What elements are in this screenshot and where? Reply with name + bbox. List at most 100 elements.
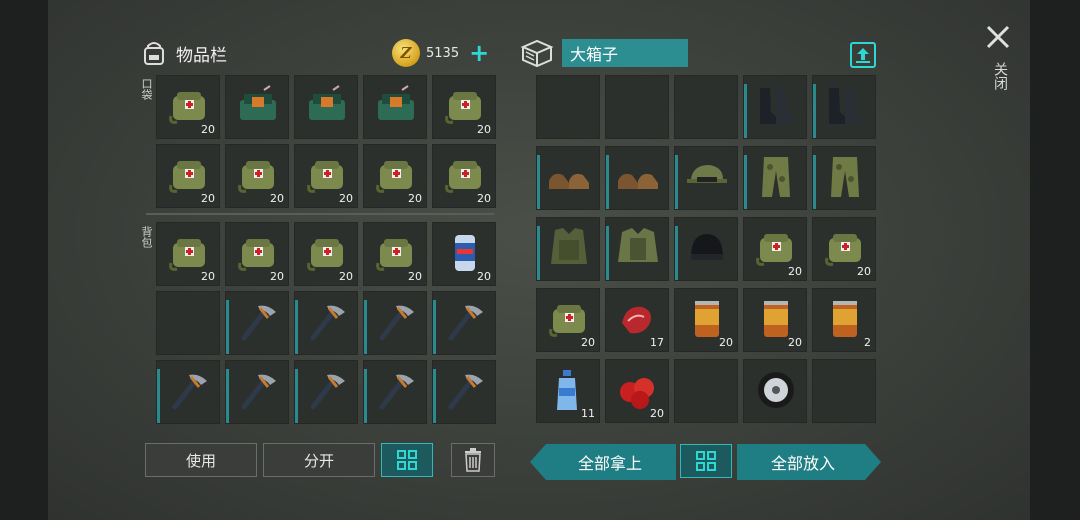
item-count: 20 [788,265,802,278]
grid-view-button[interactable] [381,443,433,477]
inventory-slot[interactable]: 20 [156,222,220,286]
item-count: 20 [788,336,802,349]
camo-pants-icon [762,157,790,197]
put-all-button[interactable]: 全部放入 [739,445,867,479]
inventory-slot[interactable]: 20 [294,222,358,286]
inventory-slot[interactable] [743,359,807,423]
inventory-slot[interactable]: 20 [432,75,496,139]
inventory-slot[interactable]: 2 [812,288,876,352]
box-icon [520,39,554,68]
inventory-slot[interactable] [156,291,220,355]
inventory-slot[interactable] [363,75,427,139]
inventory-slot[interactable]: 20 [605,359,669,423]
inventory-slot[interactable] [812,359,876,423]
inventory-slot[interactable]: 20 [363,144,427,208]
item-count: 20 [477,270,491,283]
inventory-slot[interactable] [225,360,289,424]
inventory-slot[interactable]: 20 [225,222,289,286]
armor-jacket-icon [618,228,658,262]
item-count: 20 [719,336,733,349]
inventory-slot[interactable]: 17 [605,288,669,352]
pickaxe-icon [310,305,345,341]
trash-button[interactable] [451,443,495,477]
item-count: 20 [201,192,215,205]
grid-icon [397,450,417,470]
inventory-slot[interactable]: 11 [536,359,600,423]
item-count: 20 [477,123,491,136]
item-count: 2 [864,336,871,349]
inventory-slot[interactable] [363,360,427,424]
inventory-slot[interactable] [743,75,807,139]
take-all-button[interactable]: 全部拿上 [546,445,674,479]
pocket-grid: 20 20 20 20 20 20 20 [156,75,496,208]
inventory-slot[interactable] [674,359,738,423]
pickaxe-icon [379,305,414,341]
inventory-slot[interactable] [294,75,358,139]
inventory-slot[interactable]: 20 [225,144,289,208]
split-button[interactable]: 分开 [263,443,375,477]
inventory-slot[interactable] [225,75,289,139]
item-count: 20 [477,192,491,205]
coin-balance: Z 5135 + [392,38,496,68]
inventory-slot[interactable]: 20 [156,75,220,139]
inventory-slot[interactable] [674,146,738,210]
coin-icon: Z [392,39,420,67]
inventory-slot[interactable]: 20 [743,217,807,281]
dynamite-pack-icon [309,85,345,120]
inventory-slot[interactable] [432,360,496,424]
inventory-slot[interactable]: 20 [674,288,738,352]
inventory-slot[interactable] [812,75,876,139]
backpack-icon [144,42,164,65]
use-button[interactable]: 使用 [145,443,257,477]
inventory-slot[interactable]: 20 [743,288,807,352]
armor-vest-icon [551,228,587,264]
inventory-slot[interactable]: 20 [432,222,496,286]
export-icon[interactable] [850,42,876,68]
inventory-slot[interactable] [605,75,669,139]
item-count: 20 [270,270,284,283]
pickaxe-icon [241,374,276,410]
inventory-slot[interactable] [432,291,496,355]
inventory-slot[interactable]: 20 [812,217,876,281]
inventory-slot[interactable] [743,146,807,210]
item-count: 20 [270,192,284,205]
inventory-slot[interactable] [294,360,358,424]
add-coins-button[interactable]: + [469,41,489,65]
item-count: 20 [201,123,215,136]
inventory-slot[interactable] [674,217,738,281]
inventory-slot[interactable] [156,360,220,424]
item-count: 20 [408,192,422,205]
item-count: 20 [408,270,422,283]
boots-icon [760,88,794,124]
beanie-icon [691,234,723,260]
close-icon[interactable] [985,24,1011,50]
cap-icon [687,165,727,183]
item-count: 20 [581,336,595,349]
inventory-title: 物品栏 [176,45,227,66]
coin-count: 5135 [426,45,460,61]
dynamite-pack-icon [378,85,414,120]
inventory-slot[interactable] [536,75,600,139]
item-count: 20 [650,407,664,420]
close-label[interactable]: 关闭 [990,62,1010,90]
item-count: 20 [857,265,871,278]
shoes-icon [618,173,658,189]
inventory-slot[interactable] [605,146,669,210]
inventory-slot[interactable] [363,291,427,355]
inventory-slot[interactable] [812,146,876,210]
inventory-slot[interactable]: 20 [363,222,427,286]
pocket-label: 口袋 [140,78,153,100]
inventory-slot[interactable] [536,217,600,281]
inventory-slot[interactable]: 20 [294,144,358,208]
inventory-slot[interactable]: 20 [536,288,600,352]
inventory-slot[interactable] [294,291,358,355]
box-grid-view-button[interactable] [680,444,732,478]
inventory-slot[interactable]: 20 [432,144,496,208]
inventory-slot[interactable] [605,217,669,281]
wheel-icon [758,372,794,408]
inventory-slot[interactable]: 20 [156,144,220,208]
inventory-slot[interactable] [536,146,600,210]
inventory-slot[interactable] [674,75,738,139]
inventory-slot[interactable] [225,291,289,355]
pickaxe-icon [241,305,276,341]
